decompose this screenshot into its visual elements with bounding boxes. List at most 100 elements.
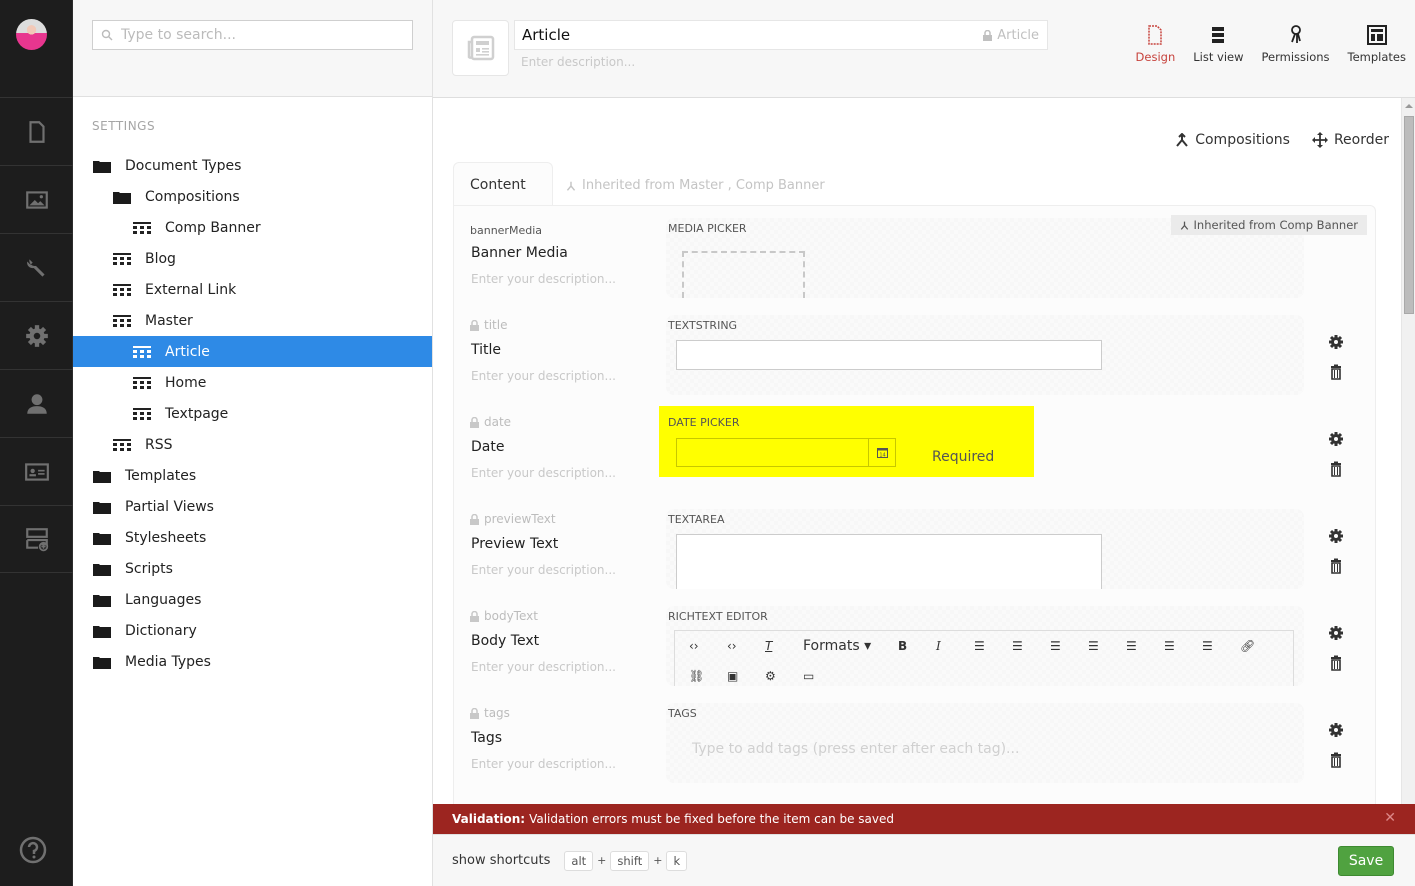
outdent-button[interactable]: ☰	[1164, 639, 1202, 653]
app-list-view[interactable]: List view	[1184, 24, 1252, 64]
macro-button[interactable]: ⚙︎	[765, 669, 803, 683]
nav-forms[interactable]	[0, 505, 73, 573]
property-description[interactable]: Enter your description...	[471, 272, 616, 286]
property-description[interactable]: Enter your description...	[471, 660, 616, 674]
tab-content[interactable]: Content	[453, 162, 553, 206]
property-description[interactable]: Enter your description...	[471, 563, 616, 577]
property-editor-preview[interactable]: RICHTEXT EDITOR ‹› ‹› T Formats ▾ B I ☰ ☰ ☰ ☰ ☰ ☰ ☰ 🔗︎…	[666, 606, 1304, 686]
search-input[interactable]	[121, 27, 401, 43]
user-avatar[interactable]	[16, 19, 47, 50]
date-input[interactable]: 14	[676, 438, 896, 467]
code-button[interactable]: ‹›	[727, 639, 765, 653]
property-alias[interactable]: previewText	[470, 512, 556, 526]
nav-members[interactable]	[0, 437, 73, 505]
property-alias[interactable]: bodyText	[470, 609, 538, 623]
doctype-icon-picker[interactable]	[452, 20, 509, 76]
source-code-button[interactable]: ‹›	[689, 639, 727, 653]
formats-dropdown[interactable]: Formats ▾	[803, 638, 898, 654]
gear-icon[interactable]	[1328, 528, 1344, 544]
close-icon[interactable]: ✕	[1384, 810, 1396, 826]
indent-button[interactable]: ☰	[1202, 639, 1240, 653]
trash-icon[interactable]	[1328, 655, 1344, 671]
align-left-button[interactable]: ☰	[974, 639, 1012, 653]
property-editor-preview[interactable]: TAGS Type to add tags (press enter after …	[666, 703, 1304, 783]
save-button[interactable]: Save	[1338, 846, 1394, 876]
align-center-button[interactable]: ☰	[1012, 639, 1050, 653]
nav-developer[interactable]	[0, 301, 73, 369]
property-alias[interactable]: title	[470, 318, 507, 332]
tree-node[interactable]: Comp Banner	[73, 212, 432, 243]
property-label[interactable]: Date	[471, 439, 504, 455]
tree-search[interactable]	[92, 20, 413, 50]
tree-node[interactable]: Scripts	[73, 553, 432, 584]
tree-node[interactable]: Article	[73, 336, 432, 367]
tree-node[interactable]: Media Types	[73, 646, 432, 677]
textstring-input[interactable]	[676, 340, 1102, 370]
link-button[interactable]: 🔗︎	[1240, 639, 1278, 653]
nav-content[interactable]	[0, 97, 73, 165]
property-description[interactable]: Enter your description...	[471, 757, 616, 771]
tree-node[interactable]: Master	[73, 305, 432, 336]
nav-users[interactable]	[0, 369, 73, 437]
property-editor-preview[interactable]: TEXTAREA	[666, 509, 1304, 589]
calendar-icon[interactable]: 14	[868, 439, 895, 466]
tree-node[interactable]: RSS	[73, 429, 432, 460]
property-label[interactable]: Tags	[471, 730, 502, 746]
property-alias[interactable]: tags	[470, 706, 510, 720]
nav-settings[interactable]	[0, 233, 73, 301]
tree-node[interactable]: Templates	[73, 460, 432, 491]
gear-icon[interactable]	[1328, 625, 1344, 641]
property-label[interactable]: Preview Text	[471, 536, 558, 552]
tree-node[interactable]: Home	[73, 367, 432, 398]
compositions-button[interactable]: Compositions	[1175, 132, 1290, 148]
embed-button[interactable]: ▭	[803, 669, 841, 683]
scrollbar-thumb[interactable]	[1404, 116, 1414, 314]
tags-input[interactable]: Type to add tags (press enter after each…	[692, 741, 1019, 757]
scroll-up-arrow[interactable]	[1405, 104, 1413, 108]
trash-icon[interactable]	[1328, 752, 1344, 768]
numbered-list-button[interactable]: ☰	[1126, 639, 1164, 653]
remove-format-button[interactable]: T	[765, 639, 803, 653]
tree-node[interactable]: Languages	[73, 584, 432, 615]
tree-node[interactable]: Dictionary	[73, 615, 432, 646]
description-input[interactable]	[521, 55, 921, 69]
property-editor-preview[interactable]: DATE PICKER 14 Required	[666, 412, 1304, 492]
tree-node[interactable]: Stylesheets	[73, 522, 432, 553]
property-editor-preview[interactable]: TEXTSTRING	[666, 315, 1304, 395]
property-alias[interactable]: date	[470, 415, 511, 429]
question-circle-icon[interactable]	[18, 835, 48, 865]
property-label[interactable]: Body Text	[471, 633, 539, 649]
nav-media[interactable]	[0, 165, 73, 233]
image-button[interactable]: ▣	[727, 669, 765, 683]
bold-button[interactable]: B	[898, 639, 936, 653]
app-permissions[interactable]: Permissions	[1253, 24, 1339, 64]
property-description[interactable]: Enter your description...	[471, 369, 616, 383]
name-input[interactable]	[522, 26, 922, 44]
trash-icon[interactable]	[1328, 461, 1344, 477]
italic-button[interactable]: I	[936, 639, 974, 653]
tree-node[interactable]: Partial Views	[73, 491, 432, 522]
name-field[interactable]: Article	[514, 20, 1048, 50]
tree-node[interactable]: External Link	[73, 274, 432, 305]
trash-icon[interactable]	[1328, 364, 1344, 380]
tree-node[interactable]: Blog	[73, 243, 432, 274]
property-label[interactable]: Title	[471, 342, 501, 358]
app-templates[interactable]: Templates	[1339, 24, 1415, 64]
align-right-button[interactable]: ☰	[1050, 639, 1088, 653]
tree-node[interactable]: Textpage	[73, 398, 432, 429]
app-design[interactable]: Design	[1127, 24, 1185, 64]
tree-node[interactable]: Document Types	[73, 150, 432, 181]
gear-icon[interactable]	[1328, 334, 1344, 350]
unlink-button[interactable]: ⛓︎	[689, 669, 727, 683]
shortcuts-link[interactable]: show shortcuts	[452, 853, 550, 868]
gear-icon[interactable]	[1328, 722, 1344, 738]
bullet-list-button[interactable]: ☰	[1088, 639, 1126, 653]
gear-icon[interactable]	[1328, 431, 1344, 447]
trash-icon[interactable]	[1328, 558, 1344, 574]
vertical-scrollbar[interactable]	[1401, 98, 1415, 804]
media-placeholder[interactable]	[682, 251, 805, 298]
property-label[interactable]: Banner Media	[471, 245, 568, 261]
property-description[interactable]: Enter your description...	[471, 466, 616, 480]
tree-node[interactable]: Compositions	[73, 181, 432, 212]
alias-lock[interactable]: Article	[983, 28, 1039, 43]
